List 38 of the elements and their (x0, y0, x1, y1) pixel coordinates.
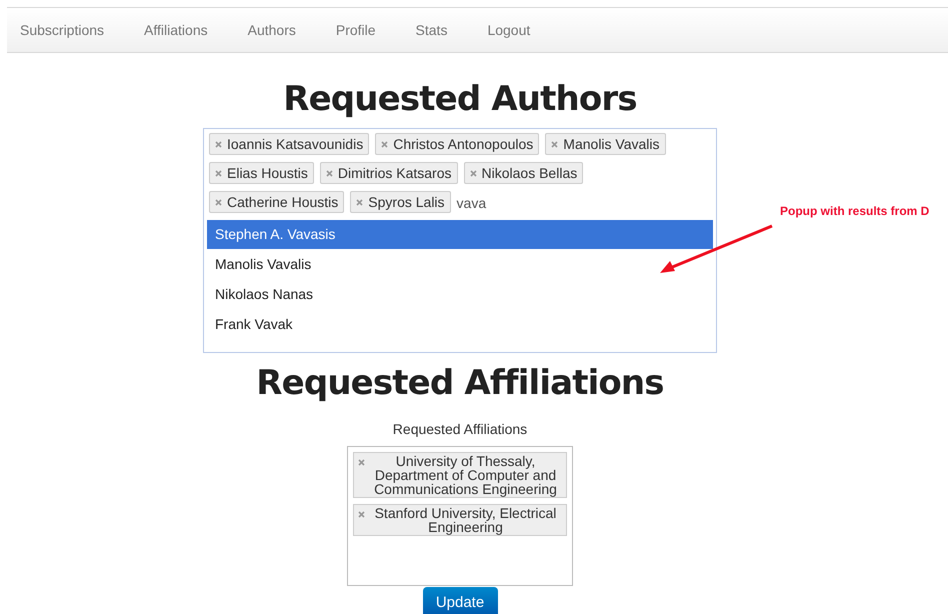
author-name: Ioannis Katsavounidis (227, 134, 364, 154)
page-heading: Requested Affiliations (256, 362, 664, 405)
search-query[interactable]: vava (456, 191, 486, 213)
affiliation-name: University of Thessaly, Department of Computer and Communications Engineering (373, 454, 558, 496)
author-name: Elias Houstis (227, 164, 308, 182)
result-item[interactable]: Nikolaos Nanas (207, 279, 713, 309)
remove-icon[interactable] (470, 170, 477, 176)
author-name: Catherine Houstis (227, 192, 338, 212)
result-item[interactable]: Frank Vavak (207, 309, 713, 339)
remove-icon[interactable] (381, 140, 388, 148)
remove-icon[interactable] (215, 140, 222, 148)
result-item[interactable]: Stephen A. Vavasis (207, 220, 713, 249)
remove-icon[interactable] (358, 511, 365, 518)
remove-icon[interactable] (358, 459, 365, 466)
author-name: Dimitrios Katsaros (338, 164, 452, 182)
nav-link[interactable]: Profile (330, 20, 382, 40)
nav-link[interactable]: Affiliations (138, 20, 214, 40)
nav-link[interactable]: Subscriptions (14, 20, 110, 40)
update-button[interactable]: Update (422, 587, 498, 614)
result-item[interactable]: Manolis Vavalis (207, 249, 713, 279)
authors-input[interactable] (203, 128, 717, 353)
annotation-text: Popup with results from D (780, 203, 930, 220)
author-name: Christos Antonopoulos (393, 134, 534, 154)
nav-link[interactable]: Stats (410, 20, 454, 40)
affiliations-list[interactable]: University of Thessaly, Department of Computer and Communications Engineering Stanford University, Electrical Engineering (347, 446, 573, 586)
remove-icon[interactable] (551, 140, 558, 148)
page-heading: Requested Authors (283, 78, 637, 121)
remove-icon[interactable] (326, 170, 333, 176)
author-name: Manolis Vavalis (563, 134, 660, 154)
author-name: Nikolaos Bellas (482, 164, 578, 182)
remove-icon[interactable] (215, 170, 222, 176)
nav-link[interactable]: Logout (481, 20, 536, 40)
author-name: Spyros Lalis (368, 192, 445, 212)
field-label: Requested Affiliations (392, 420, 528, 439)
remove-icon[interactable] (215, 198, 222, 206)
affiliation-name: Stanford University, Electrical Engineering (374, 506, 558, 534)
remove-icon[interactable] (356, 198, 364, 206)
nav-link[interactable]: Authors (242, 20, 302, 40)
